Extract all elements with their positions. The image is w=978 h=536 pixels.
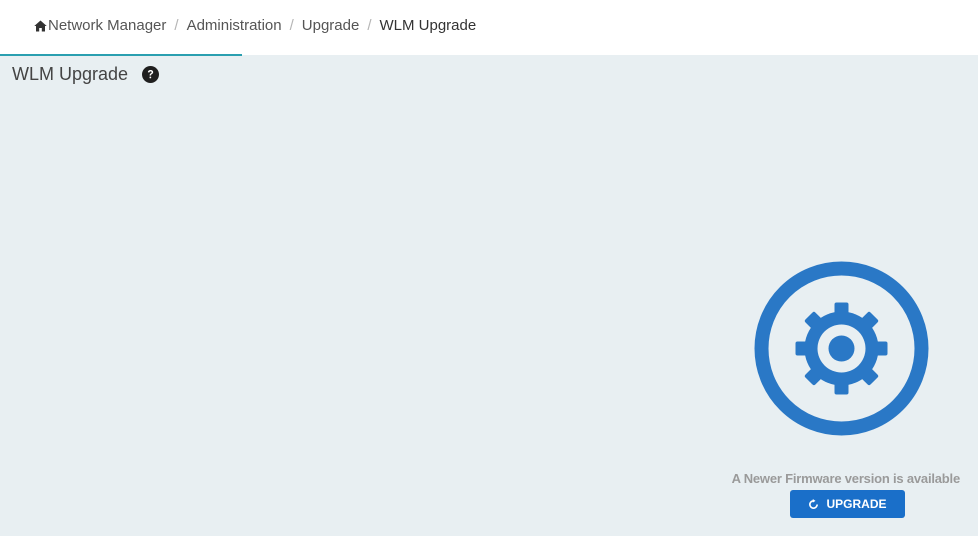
gear-tooth	[795, 341, 812, 356]
top-bar: Network Manager / Administration / Upgra…	[0, 0, 978, 56]
firmware-status-text: A Newer Firmware version is available	[731, 471, 961, 486]
breadcrumb-item-administration[interactable]: Administration	[187, 17, 282, 34]
active-tab-underline	[0, 54, 242, 56]
gear-tooth	[834, 302, 849, 319]
breadcrumb: Network Manager / Administration / Upgra…	[34, 17, 476, 34]
home-icon	[34, 20, 47, 31]
gear-tooth	[871, 341, 888, 356]
breadcrumb-current: WLM Upgrade	[379, 17, 477, 34]
page-title: WLM Upgrade	[12, 64, 129, 84]
gear-icon	[754, 261, 929, 436]
breadcrumb-item-upgrade[interactable]: Upgrade	[302, 17, 360, 34]
breadcrumb-separator: /	[174, 17, 179, 34]
breadcrumb-label: Network Manager	[48, 17, 167, 34]
refresh-icon	[809, 498, 819, 509]
page-header: WLM Upgrade	[12, 64, 160, 85]
upgrade-button-label: UPGRADE	[826, 497, 887, 511]
question-circle-icon[interactable]	[142, 66, 160, 83]
gear-tooth	[834, 378, 849, 395]
breadcrumb-item-network-manager[interactable]: Network Manager	[34, 17, 166, 34]
upgrade-button[interactable]: UPGRADE	[790, 490, 905, 518]
breadcrumb-separator: /	[367, 17, 372, 34]
breadcrumb-separator: /	[289, 17, 294, 34]
